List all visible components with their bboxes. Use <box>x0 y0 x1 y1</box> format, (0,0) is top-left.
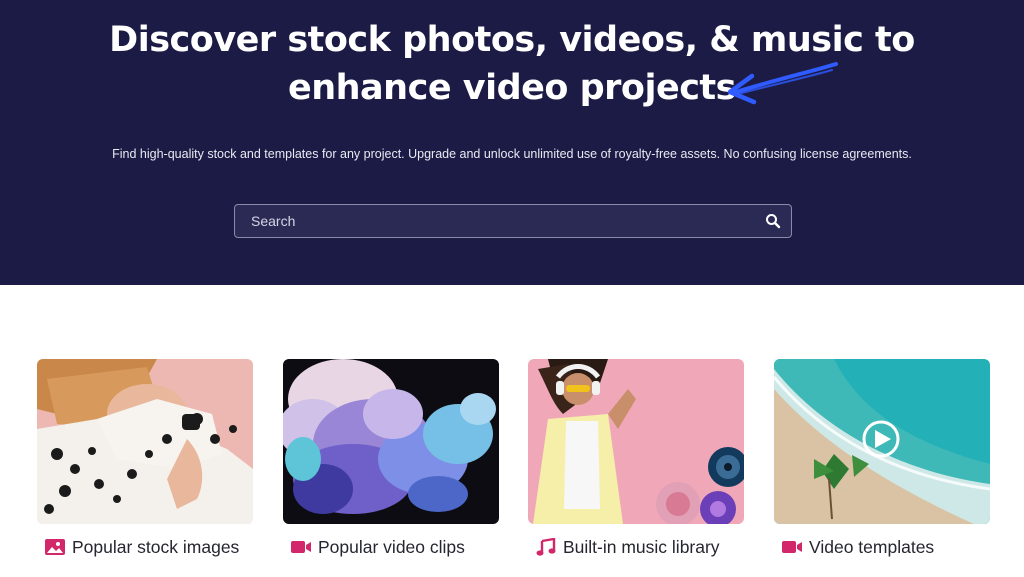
arrow-icon <box>727 62 838 105</box>
category-video-clips[interactable]: Popular video clips <box>290 535 465 559</box>
hero-title-line-1: Discover stock photos, videos, & music t… <box>109 20 915 60</box>
hero-banner: Discover stock photos, videos, & music t… <box>0 0 1024 285</box>
music-note-icon <box>536 538 556 556</box>
stock-images-thumbnail[interactable] <box>37 359 253 524</box>
video-camera-icon <box>782 541 802 553</box>
woman-with-headphones-image <box>528 359 744 524</box>
colorful-smoke-image <box>283 359 499 524</box>
category-label: Popular stock images <box>72 536 240 557</box>
image-icon <box>45 539 65 555</box>
category-label: Video templates <box>809 536 935 557</box>
video-camera-icon <box>291 541 311 553</box>
hero-title: Discover stock photos, videos, & music t… <box>0 16 1024 112</box>
category-music-library[interactable]: Built-in music library <box>535 535 720 559</box>
music-library-thumbnail[interactable] <box>528 359 744 524</box>
beach-aerial-image <box>774 359 990 524</box>
video-clips-thumbnail[interactable] <box>283 359 499 524</box>
search-bar <box>234 204 792 238</box>
video-templates-thumbnail[interactable] <box>774 359 990 524</box>
category-label: Popular video clips <box>318 536 465 557</box>
category-stock-images[interactable]: Popular stock images <box>44 535 239 559</box>
category-video-templates[interactable]: Video templates <box>781 535 934 559</box>
search-input[interactable] <box>235 205 755 237</box>
search-icon[interactable] <box>765 213 781 229</box>
hero-subtitle: Find high-quality stock and templates fo… <box>112 147 912 161</box>
category-label: Built-in music library <box>563 536 720 557</box>
hero-title-line-2: enhance video projects <box>287 68 737 108</box>
woman-with-dalmatian-image <box>37 359 253 524</box>
